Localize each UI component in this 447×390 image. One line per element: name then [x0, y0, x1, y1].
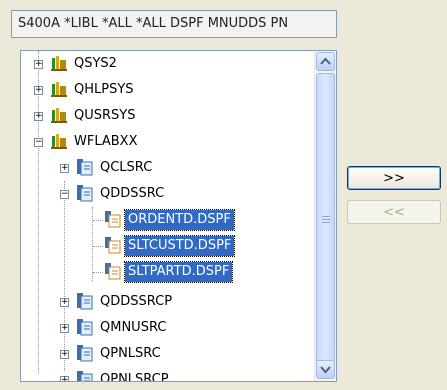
expand-icon[interactable]: +	[60, 298, 69, 307]
tree-item-qusrsys[interactable]: + QUSRSYS	[21, 103, 315, 129]
tree-item-sltpartd[interactable]: SLTPARTD.DSPF	[21, 259, 315, 285]
expand-icon[interactable]: +	[60, 350, 69, 359]
source-file-icon	[77, 319, 93, 336]
chevron-down-icon	[320, 366, 331, 374]
tree-item-qclsrc[interactable]: + QCLSRC	[21, 155, 315, 181]
tree-item-label: QCLSRC	[100, 160, 153, 175]
tree-item-label: QMNUSRC	[100, 320, 167, 335]
tree-item-label: QDDSSRC	[100, 186, 165, 201]
tree-item-qpnlsrcp[interactable]: + QPNLSRCP	[21, 367, 315, 381]
tree-item-label: QDDSSRCP	[100, 294, 173, 309]
tree-item-qddssrcp[interactable]: + QDDSSRCP	[21, 289, 315, 315]
tree-item-label: QPNLSRCP	[100, 372, 169, 381]
tree-item-qpnlsrc[interactable]: + QPNLSRC	[21, 341, 315, 367]
expand-icon[interactable]: +	[60, 324, 69, 333]
tree-item-label: ORDENTD.DSPF	[124, 209, 235, 231]
expand-icon[interactable]: +	[34, 60, 43, 69]
tree-item-sltcustd[interactable]: SLTCUSTD.DSPF	[21, 233, 315, 259]
member-icon	[105, 211, 121, 228]
source-file-icon	[77, 185, 93, 202]
tree-item-label: SLTPARTD.DSPF	[123, 261, 234, 283]
source-file-icon	[77, 345, 93, 362]
tree-item-qhlpsys[interactable]: + QHLPSYS	[21, 77, 315, 103]
tree-item-label: QSYS2	[74, 56, 117, 71]
tree-item-label: WFLABXX	[74, 134, 138, 149]
scroll-up-button[interactable]	[316, 52, 335, 71]
member-icon	[105, 263, 121, 280]
expand-icon[interactable]: +	[34, 112, 43, 121]
scroll-thumb[interactable]	[316, 73, 335, 369]
source-file-icon	[77, 159, 93, 176]
library-icon	[51, 56, 67, 71]
member-icon	[105, 237, 121, 254]
expand-icon[interactable]: +	[60, 164, 69, 173]
source-file-icon	[77, 293, 93, 310]
expand-icon[interactable]: +	[60, 376, 69, 381]
filter-field[interactable]: S400A *LIBL *ALL *ALL DSPF MNUDDS PN	[11, 10, 337, 38]
grip-line	[322, 216, 330, 217]
collapse-icon[interactable]: −	[60, 190, 69, 199]
grip-line	[322, 219, 330, 220]
tree-item-wflabxx[interactable]: − WFLABXX	[21, 129, 315, 155]
tree-guide-line	[93, 220, 103, 221]
tree-guide-line	[93, 246, 103, 247]
remove-selected-button[interactable]: <<	[347, 200, 441, 224]
library-icon	[51, 134, 67, 149]
tree-item-qddssrc[interactable]: − QDDSSRC	[21, 181, 315, 207]
tree-item-label: QUSRSYS	[74, 108, 136, 123]
source-file-icon	[77, 371, 93, 381]
tree-item-label: QPNLSRC	[100, 346, 161, 361]
tree-item-ordentd[interactable]: ORDENTD.DSPF	[21, 207, 315, 233]
tree-item-qmnusrc[interactable]: + QMNUSRC	[21, 315, 315, 341]
tree-item-qsys2[interactable]: + QSYS2	[21, 51, 315, 77]
vertical-scrollbar[interactable]	[314, 51, 336, 381]
library-icon	[51, 108, 67, 123]
library-tree[interactable]: + QSYS2 + QHLPSYS + QUSRSYS − WFLABXX + …	[20, 50, 337, 382]
tree-guide-line	[93, 272, 103, 273]
tree-item-label: SLTCUSTD.DSPF	[123, 235, 236, 257]
collapse-icon[interactable]: −	[34, 138, 43, 147]
tree-content: + QSYS2 + QHLPSYS + QUSRSYS − WFLABXX + …	[21, 51, 315, 381]
tree-item-label: QHLPSYS	[74, 82, 134, 97]
grip-line	[322, 222, 330, 223]
scroll-down-button[interactable]	[316, 360, 335, 379]
library-icon	[51, 82, 67, 97]
chevron-up-icon	[320, 57, 331, 65]
add-selected-button[interactable]: >>	[347, 166, 441, 190]
expand-icon[interactable]: +	[34, 86, 43, 95]
